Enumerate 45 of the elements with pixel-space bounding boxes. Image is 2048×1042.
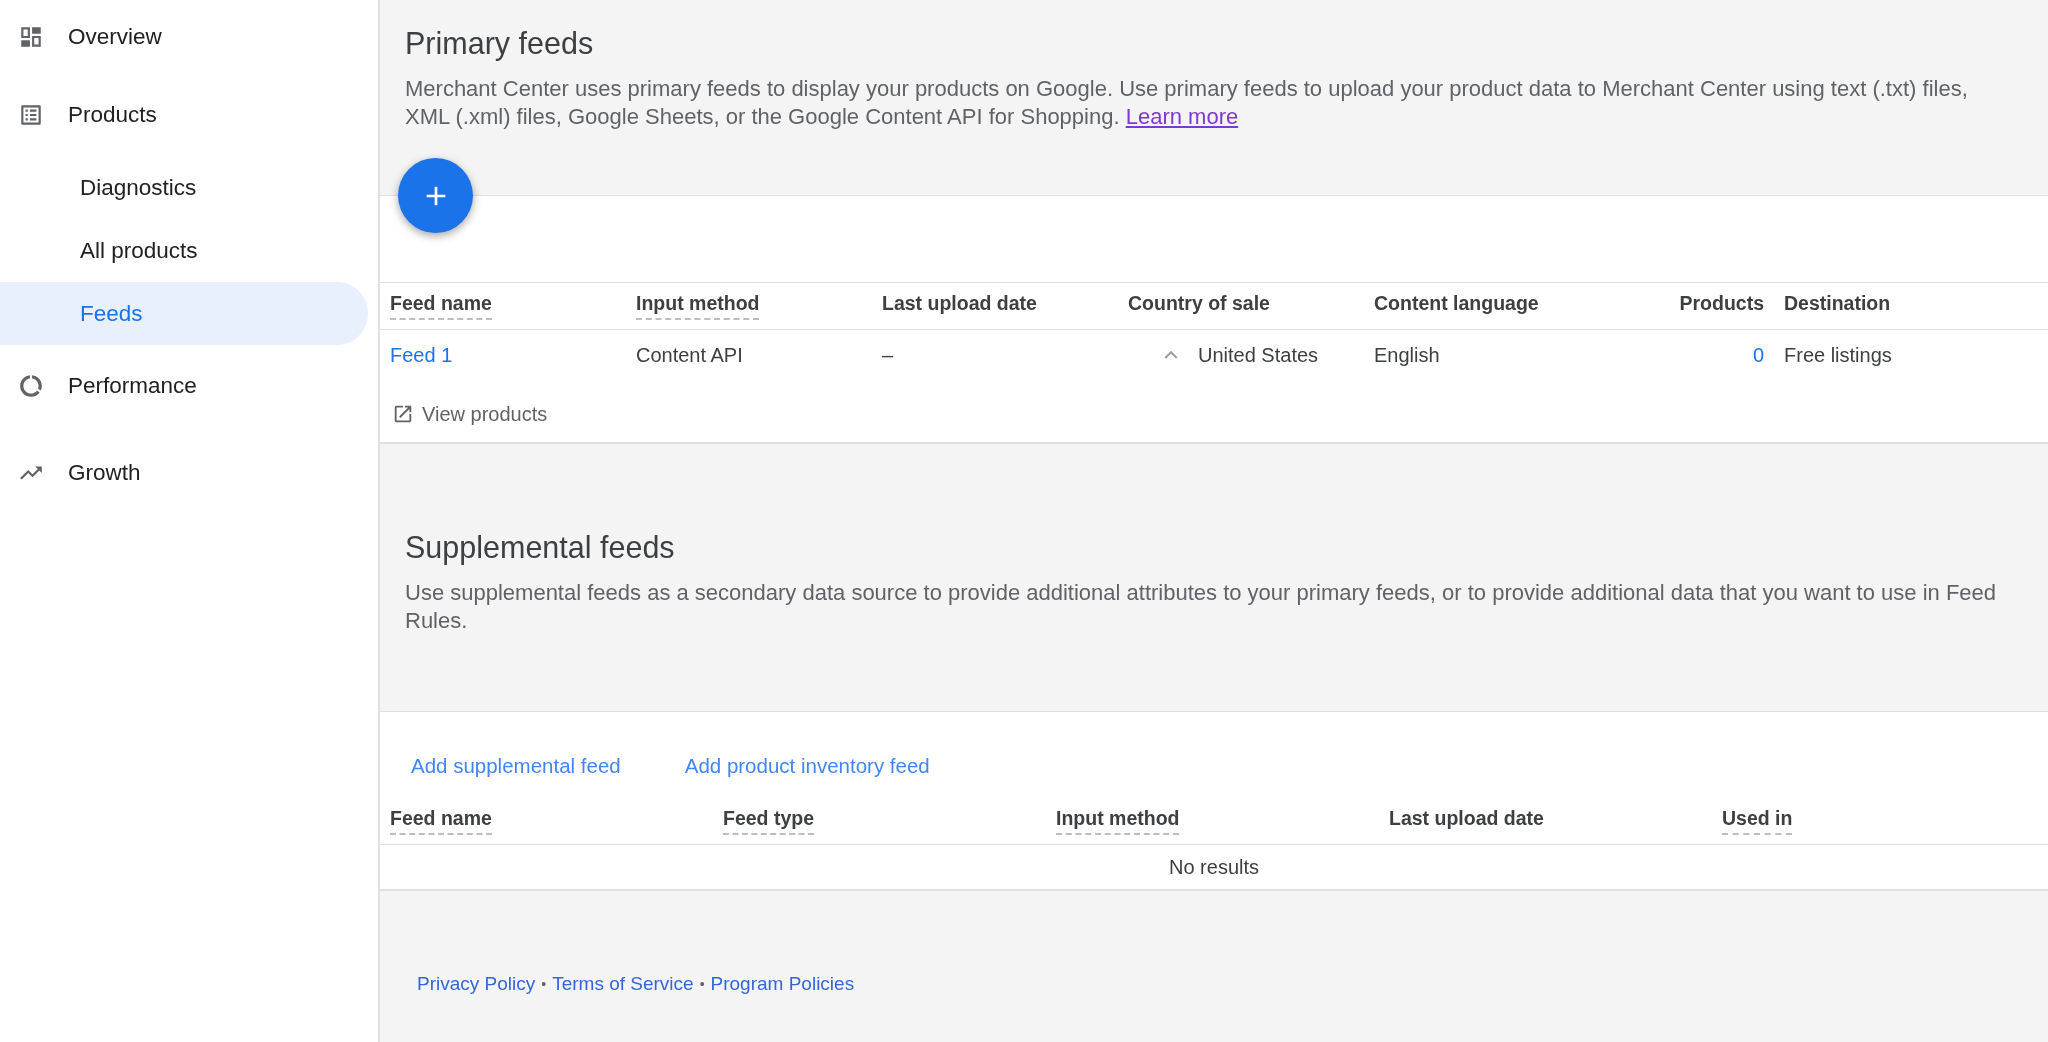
sidebar-item[interactable]: Growth [0, 426, 368, 519]
column-header: Destination [1784, 292, 1891, 316]
column-header: Last upload date [1389, 807, 1544, 831]
sidebar-item[interactable]: All products [0, 219, 368, 282]
separator-dot: • [699, 976, 705, 992]
section-description: Use supplemental feeds as a secondary data source to provide additional attributes to your primary feeds, or to provide additional data that you want to use in Feed Rules. [405, 579, 1998, 635]
section-description: Merchant Center uses primary feeds to display your products on Google. Use primary feeds to upload your product data to Merchant Center using text (.txt) files, XML (.xml) files, Google Sheets, or the Google Content API for Shopping. Learn more [405, 75, 1969, 131]
footer-link[interactable]: Privacy Policy [417, 973, 536, 995]
table-cell: United States [1198, 343, 1319, 367]
table-cell: English [1374, 343, 1440, 367]
table-cell: – [882, 343, 894, 367]
column-header: Feed name [390, 292, 492, 320]
empty-message: No results [380, 844, 2048, 889]
sidebar-item[interactable]: Feeds [0, 282, 368, 345]
feed-name-link[interactable]: Feed 1 [390, 343, 453, 367]
add-feed-button[interactable] [398, 158, 473, 233]
list-icon [18, 102, 44, 128]
column-header: Feed name [390, 807, 492, 835]
table-cell: Content API [636, 343, 743, 367]
view-products-link[interactable]: View products [392, 390, 548, 438]
sidebar-item[interactable]: Products [0, 74, 368, 156]
product-count-link[interactable]: 0 [1752, 343, 1764, 367]
column-header: Country of sale [1128, 292, 1270, 316]
learn-more-link[interactable]: Learn more [1125, 104, 1239, 129]
add-feed-link[interactable]: Add supplemental feed [411, 754, 621, 778]
column-header: Products [1679, 292, 1764, 316]
column-header: Input method [1056, 807, 1180, 835]
donut-icon [18, 372, 44, 399]
column-header: Feed type [723, 807, 815, 835]
column-header: Content language [1374, 292, 1539, 316]
sidebar-item[interactable]: Performance [0, 345, 368, 426]
dashboard-icon [18, 24, 44, 50]
footer-link[interactable]: Terms of Service [552, 973, 694, 995]
separator-dot: • [541, 976, 547, 992]
table-cell: Free listings [1784, 343, 1892, 367]
sidebar-item[interactable]: Diagnostics [0, 156, 368, 219]
external-link-icon [392, 403, 414, 425]
section-title: Supplemental feeds [405, 530, 676, 565]
sidebar-item[interactable]: Overview [0, 0, 368, 74]
column-header: Used in [1722, 807, 1793, 835]
add-feed-link[interactable]: Add product inventory feed [684, 754, 930, 778]
footer-link[interactable]: Program Policies [710, 973, 855, 995]
column-header: Input method [636, 292, 760, 320]
column-header: Last upload date [882, 292, 1037, 316]
section-title: Primary feeds [405, 26, 595, 61]
